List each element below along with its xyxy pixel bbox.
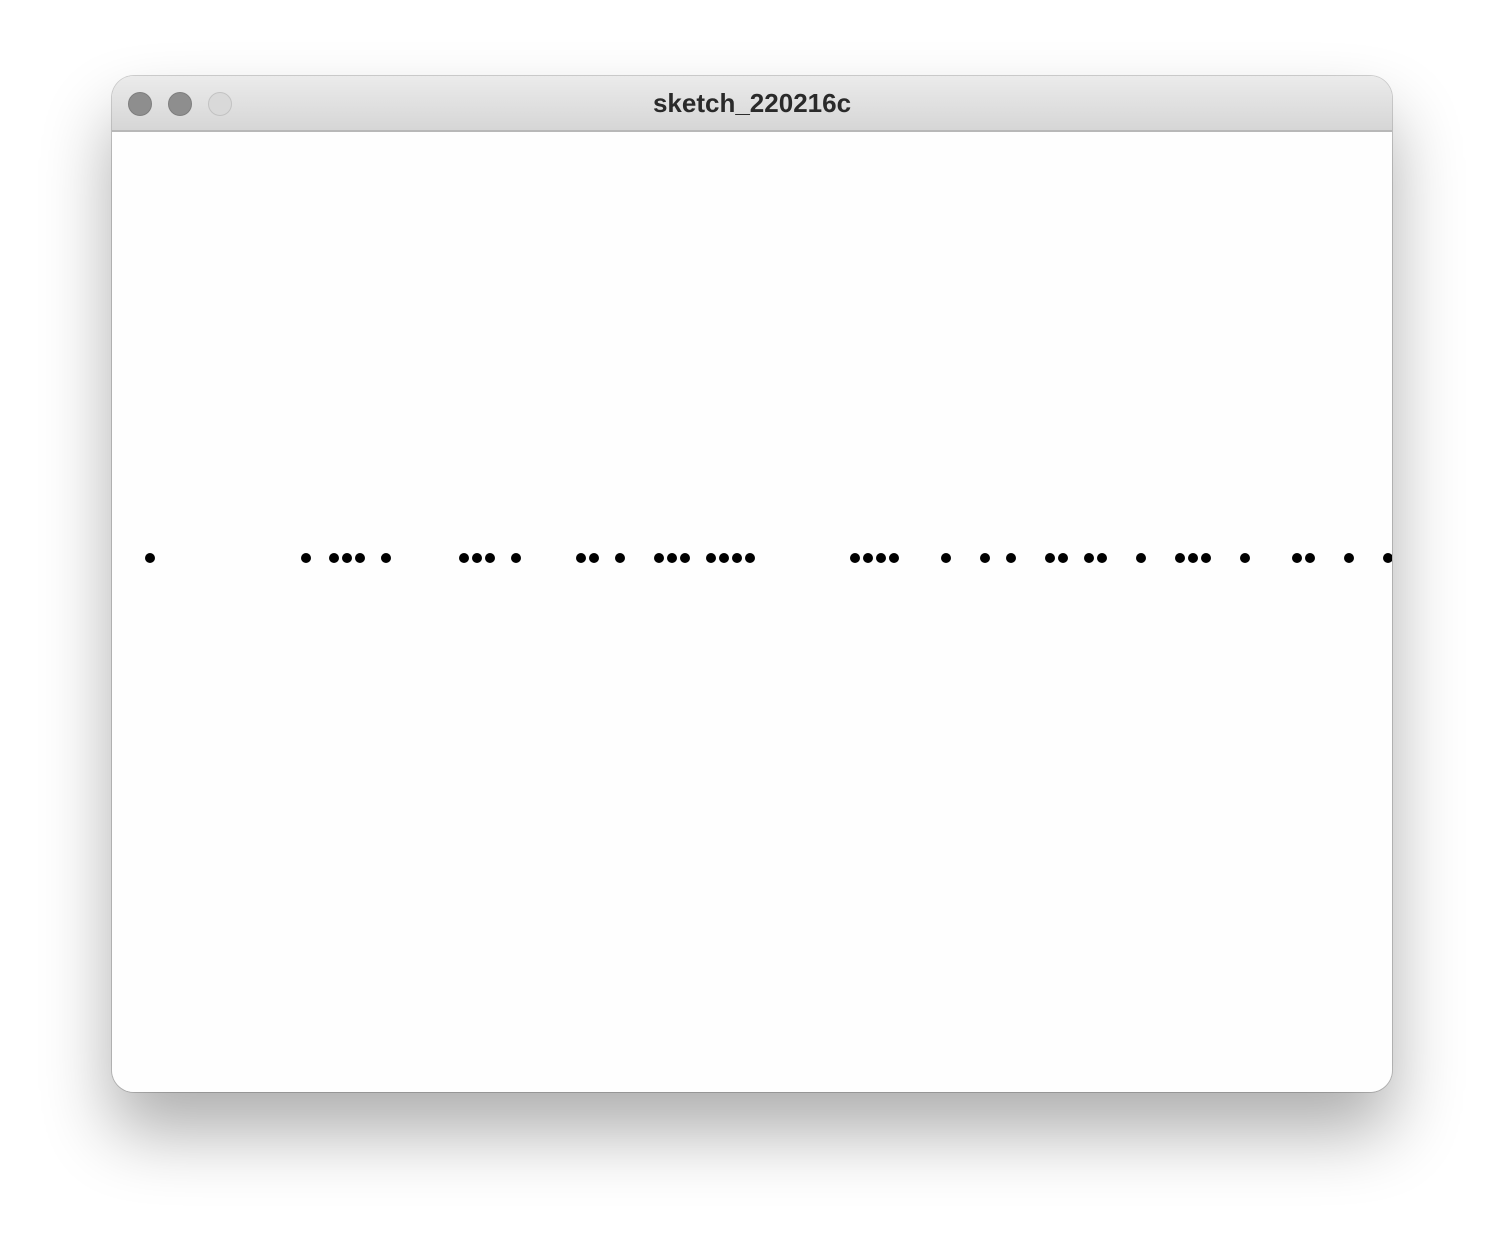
sketch-dot [654,553,664,563]
sketch-dot [301,553,311,563]
sketch-dot [1383,553,1392,563]
sketch-dot [381,553,391,563]
sketch-dot [1188,553,1198,563]
sketch-dot [145,553,155,563]
sketch-canvas[interactable] [112,132,1392,1092]
sketch-dot [667,553,677,563]
sketch-dot [1084,553,1094,563]
sketch-dot [850,553,860,563]
sketch-dot [342,553,352,563]
sketch-dot [1058,553,1068,563]
sketch-dot [1045,553,1055,563]
sketch-dot [1292,553,1302,563]
sketch-dot [355,553,365,563]
sketch-dot [329,553,339,563]
sketch-dot [889,553,899,563]
sketch-dot [732,553,742,563]
sketch-dot [1136,553,1146,563]
sketch-dot [876,553,886,563]
sketch-dot [1006,553,1016,563]
title-bar[interactable]: sketch_220216c [112,76,1392,132]
sketch-dot [680,553,690,563]
sketch-dot [1344,553,1354,563]
sketch-dot [706,553,716,563]
sketch-dot [745,553,755,563]
sketch-dot [1175,553,1185,563]
sketch-dot [459,553,469,563]
sketch-dot [1240,553,1250,563]
sketch-window: sketch_220216c [112,76,1392,1092]
sketch-dot [1201,553,1211,563]
sketch-dot [589,553,599,563]
sketch-dot [941,553,951,563]
sketch-dot [980,553,990,563]
sketch-dot [485,553,495,563]
sketch-dot [615,553,625,563]
sketch-dot [1305,553,1315,563]
sketch-dot [472,553,482,563]
sketch-dot [511,553,521,563]
window-title: sketch_220216c [652,88,852,118]
dots-layer [145,553,1392,563]
sketch-dot [863,553,873,563]
sketch-dot [576,553,586,563]
sketch-dot [1097,553,1107,563]
sketch-dot [719,553,729,563]
